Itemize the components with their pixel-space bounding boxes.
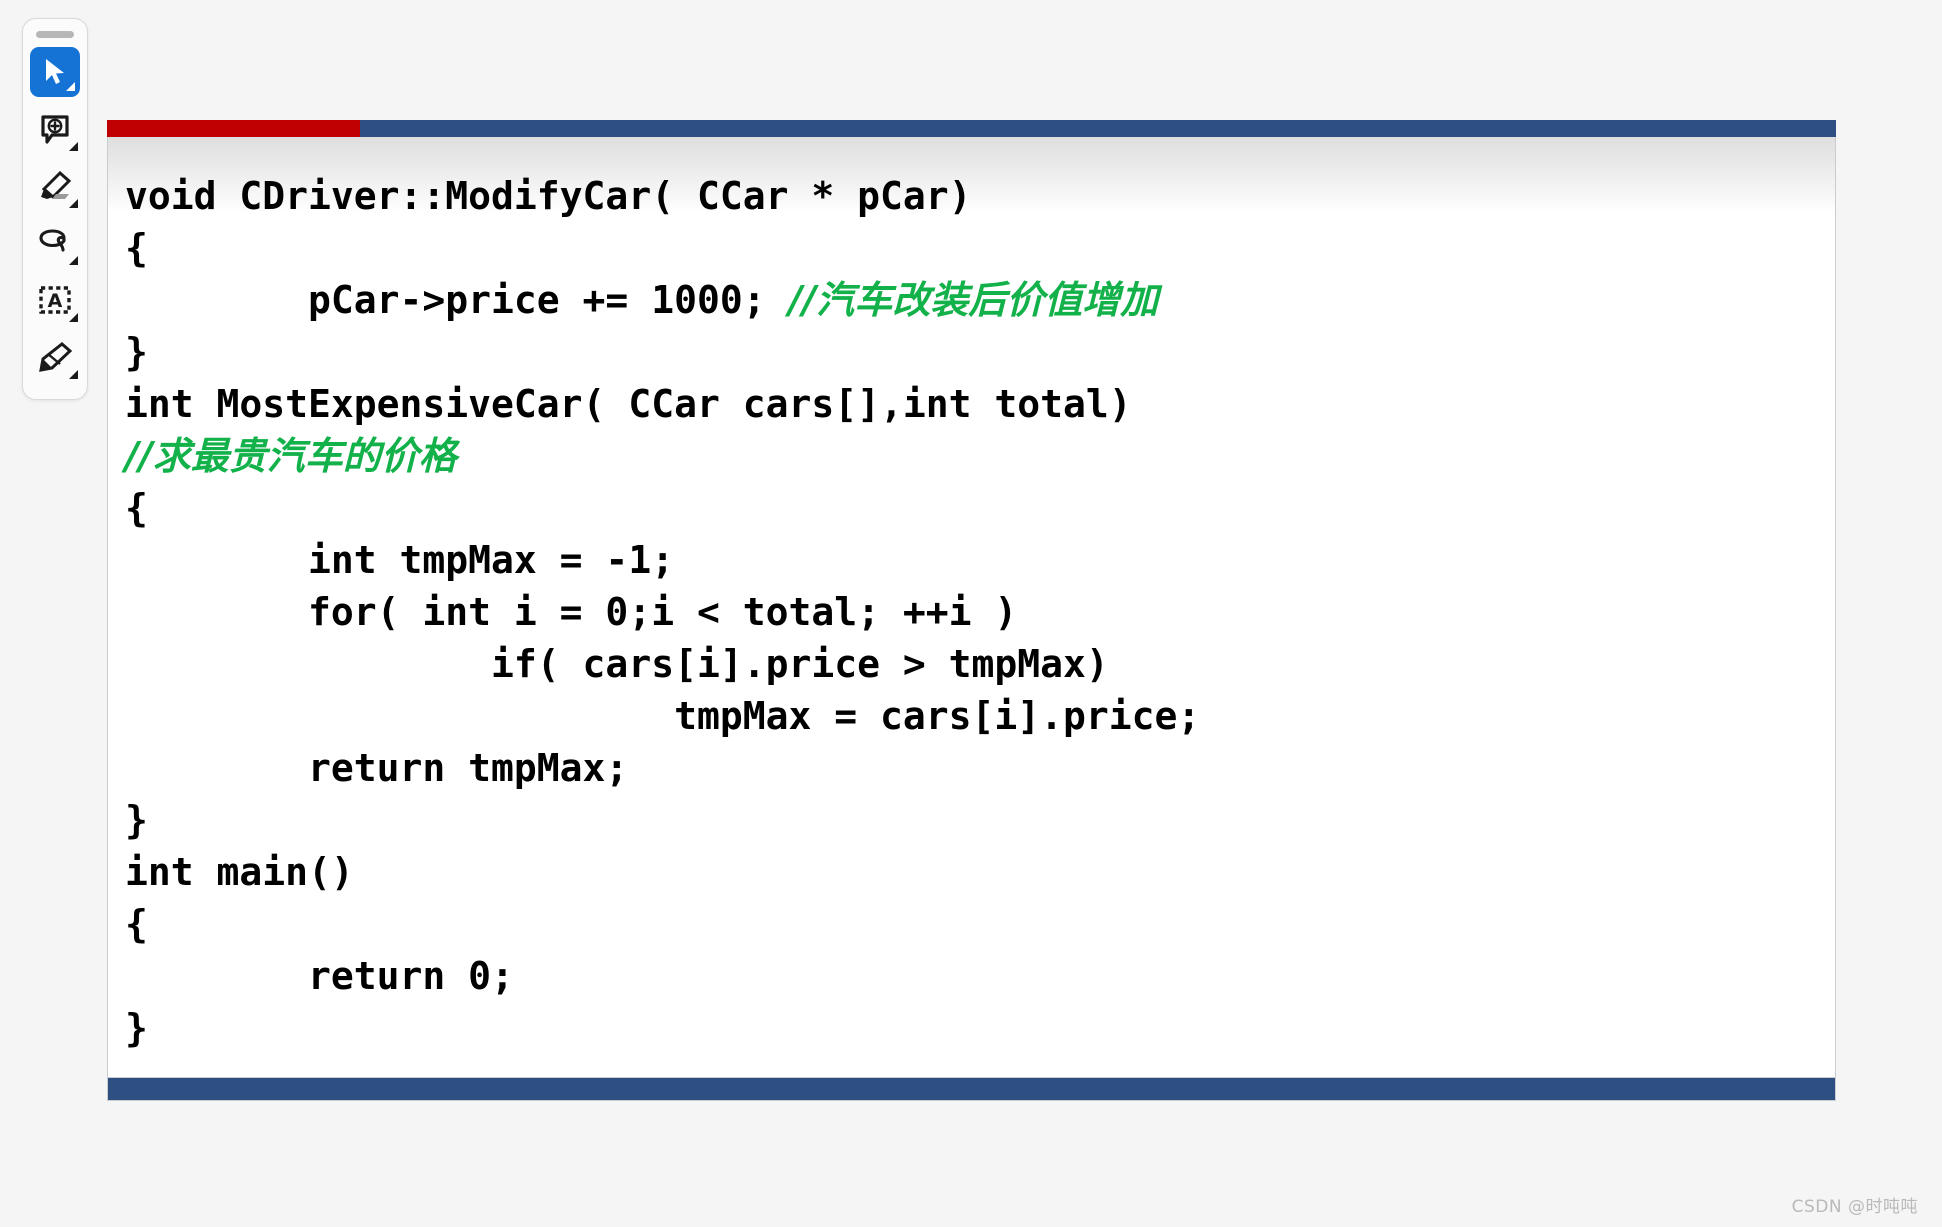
slide-page[interactable]: void CDriver::ModifyCar( CCar * pCar){ p… (107, 120, 1836, 1078)
code-line: tmpMax = cars[i].price; (125, 690, 1825, 742)
accent-bar-blue (360, 120, 1836, 137)
watermark: CSDN @时吨吨 (1791, 1197, 1918, 1217)
code-text: { (125, 226, 148, 270)
code-text: return 0; (125, 954, 514, 998)
tool-caret-icon (69, 313, 78, 322)
code-line: int tmpMax = -1; (125, 534, 1825, 586)
tool-caret-icon (69, 370, 78, 379)
tool-caret-icon (66, 82, 75, 91)
code-text: } (125, 1006, 148, 1050)
code-text: for( int i = 0;i < total; ++i ) (125, 590, 1018, 634)
code-block: void CDriver::ModifyCar( CCar * pCar){ p… (125, 170, 1825, 1054)
tool-signature-pen-button[interactable] (30, 332, 80, 382)
code-text: } (125, 330, 148, 374)
code-line: pCar->price += 1000; //汽车改装后价值增加 (125, 274, 1825, 326)
code-text: return tmpMax; (125, 746, 629, 790)
code-text: int main() (125, 850, 354, 894)
code-line: return 0; (125, 950, 1825, 1002)
code-line: int main() (125, 846, 1825, 898)
lasso-icon (38, 229, 72, 257)
code-line: for( int i = 0;i < total; ++i ) (125, 586, 1825, 638)
tool-text-select-button[interactable]: A (30, 275, 80, 325)
code-line: if( cars[i].price > tmpMax) (125, 638, 1825, 690)
tool-select-button[interactable] (30, 47, 80, 97)
code-line: } (125, 1002, 1825, 1054)
code-line: { (125, 898, 1825, 950)
text-box-a-icon: A (39, 286, 71, 314)
code-text: int MostExpensiveCar( CCar cars[],int to… (125, 382, 1132, 426)
accent-bar-red (107, 120, 360, 137)
code-text: int tmpMax = -1; (125, 538, 675, 582)
code-text: tmpMax = cars[i].price; (125, 694, 1201, 738)
tool-add-comment-button[interactable] (30, 104, 80, 154)
code-text: { (125, 902, 148, 946)
code-line: } (125, 326, 1825, 378)
code-comment: //汽车改装后价值增加 (788, 278, 1159, 322)
slide-bottom-accent-bar (107, 1078, 1836, 1101)
tool-highlighter-button[interactable] (30, 161, 80, 211)
tool-caret-icon (69, 142, 78, 151)
code-line: void CDriver::ModifyCar( CCar * pCar) (125, 170, 1825, 222)
code-line: { (125, 222, 1825, 274)
tool-caret-icon (69, 256, 78, 265)
code-text: } (125, 798, 148, 842)
comment-plus-icon (39, 113, 71, 145)
code-text: pCar->price += 1000; (125, 278, 789, 322)
fountain-pen-icon (38, 342, 72, 372)
toolbar-drag-handle[interactable] (36, 31, 74, 38)
slide-top-accent-bar (107, 120, 1836, 137)
code-line: { (125, 482, 1825, 534)
code-comment: //求最贵汽车的价格 (125, 434, 457, 478)
code-line: return tmpMax; (125, 742, 1825, 794)
code-line: //求最贵汽车的价格 (125, 430, 1825, 482)
code-text: if( cars[i].price > tmpMax) (125, 642, 1109, 686)
cursor-arrow-icon (42, 57, 68, 87)
highlighter-pen-icon (38, 170, 72, 202)
svg-text:A: A (48, 290, 63, 312)
tool-caret-icon (69, 199, 78, 208)
code-text: { (125, 486, 148, 530)
annotation-toolbar[interactable]: A (22, 18, 88, 400)
code-text: void CDriver::ModifyCar( CCar * pCar) (125, 174, 972, 218)
tool-lasso-button[interactable] (30, 218, 80, 268)
code-line: int MostExpensiveCar( CCar cars[],int to… (125, 378, 1825, 430)
code-line: } (125, 794, 1825, 846)
